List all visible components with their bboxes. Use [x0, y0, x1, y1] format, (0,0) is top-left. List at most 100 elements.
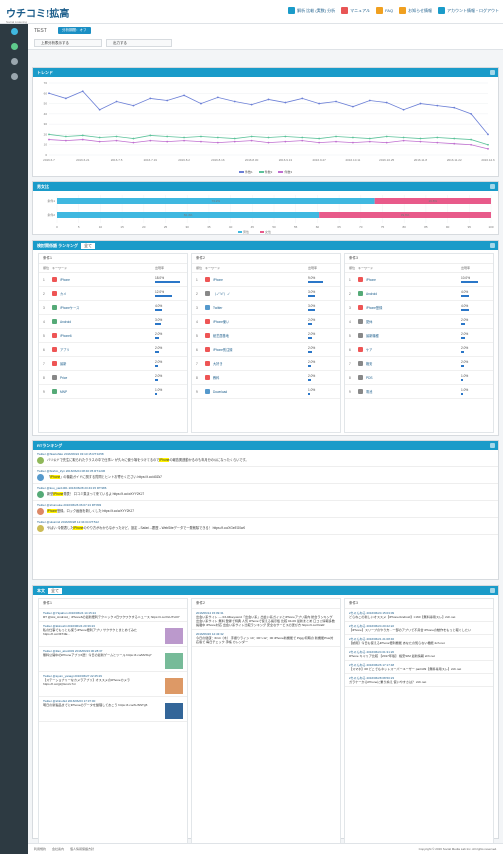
keyword-link[interactable]: ケア [366, 347, 421, 352]
keyword-link[interactable]: iPhone [366, 278, 421, 282]
settings-icon[interactable] [490, 443, 495, 448]
text-filter-select[interactable]: 全て [48, 587, 62, 594]
ranking-row[interactable]: 5 iPhone6 2.0% [39, 329, 187, 343]
thumbnail-image[interactable] [165, 628, 183, 644]
keyword-link[interactable]: Android [366, 292, 421, 296]
ranking-row[interactable]: 4 Android 3.0% [39, 315, 187, 329]
avatar[interactable] [37, 525, 44, 532]
ranking-row[interactable]: 1 iPhone 9.0% [192, 273, 340, 287]
text-item[interactable]: 2ちゃんねる 2016/06/24 01:31:26 iPhone キャリア比較 … [345, 648, 493, 661]
keyword-link[interactable]: 夏休 [366, 319, 421, 324]
rt-row[interactable]: Twitter @ukunin2 2016/06/28 12:34:04 RT:… [33, 518, 498, 535]
top-menu-item[interactable]: FAQ [376, 7, 393, 14]
keyword-link[interactable]: アプリ [60, 347, 115, 352]
keyword-link[interactable]: iPhone [213, 278, 268, 282]
ranking-row[interactable]: 7 最新 2.0% [39, 357, 187, 371]
ranking-row[interactable]: 1 iPhone 10.0% [345, 273, 493, 287]
text-item[interactable]: Twitter @kkinoshi 2016/06/24 20:39:23 私の仕… [39, 622, 187, 647]
legend-item[interactable]: 件数2 [258, 170, 272, 174]
ranking-row[interactable]: 6 アプリ 2.0% [39, 343, 187, 357]
ranking-row[interactable]: 8 教科 2.0% [192, 371, 340, 385]
keyword-link[interactable]: PDS [366, 376, 421, 380]
top-menu-item[interactable]: 解析 比較 (実数) 分析 [288, 7, 335, 14]
avatar[interactable] [37, 491, 44, 498]
ranking-row[interactable]: 7 大好き 2.0% [192, 357, 340, 371]
rise-analysis-button[interactable]: 上昇分析表示する [34, 39, 102, 47]
ranking-row[interactable]: 5 最新機種 2.0% [345, 329, 493, 343]
keyword-link[interactable]: iPhone6 [60, 334, 115, 338]
keyword-link[interactable]: Price [60, 376, 115, 380]
keyword-link[interactable]: 大好き [213, 361, 268, 366]
keyword-link[interactable]: iPhone使い [213, 319, 268, 324]
ranking-row[interactable]: 2 （ノ°ο°）ノ 3.0% [192, 287, 340, 301]
thumbnail-image[interactable] [165, 703, 183, 719]
keyword-link[interactable]: 最新機種 [366, 333, 421, 338]
ranking-row[interactable]: 8 Price 2.0% [39, 371, 187, 385]
text-item[interactable]: Twitter @Ykpahun 2016/06/24 14:15:24 RT @… [39, 609, 187, 622]
export-button[interactable]: 出力する [106, 39, 172, 47]
avatar[interactable] [37, 508, 44, 515]
keyword-link[interactable]: 電池 [366, 389, 421, 394]
text-item[interactable]: 2ちゃんねる 2016/06/24 15:03:09 どらねこの新しいオススメ【i… [345, 609, 493, 622]
footer-link[interactable]: 会社案内 [52, 847, 64, 851]
ranking-row[interactable]: 1 iPhone 18.0% [39, 273, 187, 287]
analysis-badge[interactable]: 分析期間：オフ [58, 27, 91, 34]
ranking-row[interactable]: 2 カメ 12.0% [39, 287, 187, 301]
top-menu-item[interactable]: マニュアル [341, 7, 370, 14]
thumbnail-image[interactable] [165, 678, 183, 694]
ranking-row[interactable]: 4 iPhone使い 2.0% [192, 315, 340, 329]
text-item[interactable]: Twitter @Zan_aku1003 2016/06/23 06:28:37… [39, 647, 187, 672]
ranking-row[interactable]: 9 電池 1.0% [345, 385, 493, 399]
settings-icon[interactable] [490, 588, 495, 593]
keyword-link[interactable]: 最新 [60, 361, 115, 366]
ranking-row[interactable]: 9 Download 1.0% [192, 385, 340, 399]
text-item[interactable]: 2016/06/26 12:43:32 今日の健康：6/14（木） 手振りライン … [192, 630, 340, 647]
footer-link[interactable]: 個人情報保護方針 [70, 847, 94, 851]
ranking-filter-select[interactable]: 全て [81, 242, 95, 249]
rt-row[interactable]: Twitter @brahm_Zyn 2016/06/24 08:46:35 R… [33, 467, 498, 484]
keyword-link[interactable]: iPhone [60, 278, 115, 282]
rt-row[interactable]: Twitter @kuu_yan1001 2016/06/28 20:43:15… [33, 484, 498, 501]
footer-link[interactable]: 利用規約 [34, 847, 46, 851]
keyword-link[interactable]: MNP [60, 390, 115, 394]
keyword-link[interactable]: 教科 [213, 375, 268, 380]
sidebar-item[interactable] [0, 69, 28, 84]
text-item[interactable]: Twitter @ayum_yanagi 2016/06/27 22:45:29… [39, 672, 187, 697]
legend-item[interactable]: 件数3 [278, 170, 292, 174]
keyword-link[interactable]: iPhone別注録 [213, 347, 268, 352]
keyword-link[interactable]: 格安 [366, 361, 421, 366]
text-item[interactable]: 2ちゃんねる 2016/06/24 20:22:22 【iPhone】スリープのや… [345, 622, 493, 635]
ranking-row[interactable]: 7 格安 2.0% [345, 357, 493, 371]
keyword-link[interactable]: カメ [60, 291, 115, 296]
ranking-row[interactable]: 8 PDS 1.0% [345, 371, 493, 385]
keyword-link[interactable]: iPhoneケース [60, 305, 115, 310]
text-item[interactable]: 2ちゃんねる 2016/06/28 08:50:23 ガラケーからiPhoneに乗… [345, 674, 493, 687]
top-menu-item[interactable]: アカウント情報・ログアウト [438, 7, 499, 14]
text-item[interactable]: 2ちゃんねる 2016/06/26 17:17:48 【スマホ】08 どこでもネッ… [345, 661, 493, 674]
ranking-row[interactable]: 4 夏休 2.0% [345, 315, 493, 329]
legend-item[interactable]: 件数1 [238, 170, 253, 174]
text-item[interactable]: Twitter @shinobid 2016/06/23 17:37:00 明日の… [39, 697, 187, 722]
sidebar-item[interactable] [0, 39, 28, 54]
keyword-link[interactable]: Twitter [213, 306, 268, 310]
keyword-link[interactable]: Android [60, 320, 115, 324]
sidebar-item[interactable] [0, 24, 28, 39]
text-item[interactable]: 2ちゃんねる 2016/06/21 21:08:46 【試用】今日も使えるiPho… [345, 635, 493, 648]
sidebar-item[interactable] [0, 54, 28, 69]
rt-row[interactable]: Twitter @hkazuhiko 2016/06/24 03:10:15 R… [33, 450, 498, 467]
ranking-row[interactable]: 3 iPhoneケース 4.0% [39, 301, 187, 315]
app-logo[interactable]: ウチコミ!拡高 Social Listening [6, 5, 69, 24]
rt-row[interactable]: Twitter @shunsuke 2016/06/26 06:07:13 RT… [33, 501, 498, 518]
keyword-link[interactable]: iPhone登録 [366, 305, 421, 310]
thumbnail-image[interactable] [165, 653, 183, 669]
settings-icon[interactable] [490, 184, 495, 189]
top-menu-item[interactable]: お知らせ情報 [399, 7, 432, 14]
keyword-link[interactable]: （ノ°ο°）ノ [213, 291, 268, 296]
keyword-link[interactable]: 紙芝居基地 [213, 333, 268, 338]
ranking-row[interactable]: 3 Twitter 3.0% [192, 301, 340, 315]
ranking-row[interactable]: 3 iPhone登録 4.0% [345, 301, 493, 315]
ranking-row[interactable]: 2 Android 4.0% [345, 287, 493, 301]
ranking-row[interactable]: 6 ケア 2.0% [345, 343, 493, 357]
text-item[interactable]: 2016/06/14 15:09:31 出会い系サイト — 03-04keywor… [192, 609, 340, 630]
settings-icon[interactable] [490, 70, 495, 75]
